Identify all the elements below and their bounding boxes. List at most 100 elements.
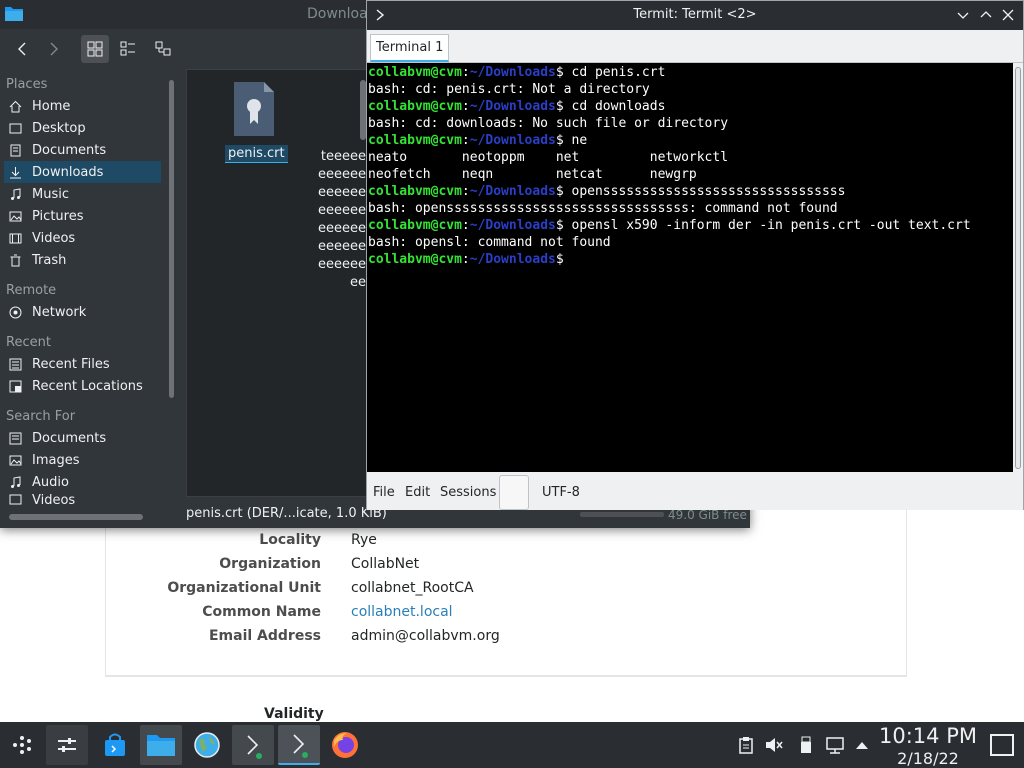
- menu-sessions[interactable]: Sessions: [440, 485, 496, 500]
- file-label: eeeeee: [318, 239, 366, 254]
- terminal-output-line: bash: cd: penis.crt: Not a directory: [368, 82, 650, 97]
- application-launcher[interactable]: [2, 725, 44, 765]
- free-space-text: 49.0 GiB free: [668, 508, 747, 522]
- menu-file[interactable]: File: [373, 485, 395, 500]
- cert-row-locality: Locality Rye: [0, 532, 1024, 556]
- pager-button[interactable]: [46, 725, 88, 765]
- terminal-icon: [247, 735, 262, 759]
- document-icon: [9, 432, 22, 445]
- places-item-recent-files[interactable]: Recent Files: [4, 353, 161, 375]
- cert-row-organization: Organization CollabNet: [0, 556, 1024, 580]
- terminal-prompt-line: collabvm@cvm:~/Downloads$ ne: [368, 133, 588, 148]
- music-icon: [9, 475, 22, 489]
- places-horizontal-scrollbar[interactable]: [9, 514, 143, 520]
- maximize-button[interactable]: [978, 7, 994, 23]
- tab-bar: Terminal 1: [367, 30, 1023, 63]
- terminal-icon: [293, 734, 308, 758]
- cert-value: Rye: [351, 532, 377, 548]
- places-item-label: Audio: [32, 474, 69, 490]
- file-label: eeeeee: [318, 185, 366, 200]
- details-view-button[interactable]: [149, 35, 177, 63]
- compact-view-button[interactable]: [114, 35, 142, 63]
- file-label: eeeeee: [318, 203, 366, 218]
- places-item-label: Images: [32, 452, 80, 468]
- terminal-titlebar[interactable]: Termit: Termit <2>: [367, 1, 1023, 30]
- close-button[interactable]: [1000, 7, 1016, 23]
- certificate-file-icon[interactable]: [232, 80, 276, 138]
- places-item-network[interactable]: Network: [4, 301, 161, 323]
- terminal-output-line: neato neotoppm net networkctl: [368, 150, 729, 165]
- blank-button[interactable]: [499, 475, 529, 510]
- folder-icon: [5, 7, 23, 21]
- places-item-search-images[interactable]: Images: [4, 449, 161, 471]
- taskbar-file-manager[interactable]: [140, 725, 182, 765]
- places-item-desktop[interactable]: Desktop: [4, 117, 161, 139]
- video-icon: [9, 493, 22, 505]
- divider: [105, 676, 907, 677]
- chevron-down-icon: [957, 12, 969, 19]
- taskbar-terminal-2[interactable]: [278, 725, 320, 765]
- terminal-prompt-line: collabvm@cvm:~/Downloads$: [368, 252, 564, 267]
- forward-button[interactable]: [40, 35, 68, 63]
- terminal-output[interactable]: collabvm@cvm:~/Downloads$ cd penis.crt ba…: [367, 63, 1013, 472]
- discover-store-button[interactable]: [94, 725, 136, 765]
- terminal-scrollbar[interactable]: [1015, 67, 1021, 469]
- file-label: eeeeee: [318, 221, 366, 236]
- tab-terminal-1[interactable]: Terminal 1: [370, 34, 450, 62]
- clipboard-icon[interactable]: [736, 735, 756, 755]
- cert-label: Organizational Unit: [167, 580, 321, 596]
- firefox-button[interactable]: [324, 725, 366, 765]
- minimize-button[interactable]: [955, 7, 971, 23]
- cert-label: Common Name: [202, 604, 321, 620]
- chevron-up-icon: [980, 11, 992, 18]
- icons-view-button[interactable]: [81, 35, 109, 63]
- file-label: eeeeee: [318, 167, 366, 182]
- cert-label: Locality: [259, 532, 321, 548]
- cert-row-email: Email Address admin@collabvm.org: [0, 628, 1024, 652]
- places-item-label: Documents: [32, 430, 107, 446]
- volume-muted-icon[interactable]: [764, 735, 784, 755]
- places-item-search-documents[interactable]: Documents: [4, 427, 161, 449]
- terminal-prompt-line: collabvm@cvm:~/Downloads$ cd penis.crt: [368, 65, 666, 80]
- places-item-search-videos[interactable]: Videos: [4, 493, 161, 505]
- terminal-output-line: neofetch neqn netcat newgrp: [368, 167, 697, 182]
- places-panel: Places Home Desktop Documents Downloads …: [0, 69, 176, 528]
- places-item-label: Home: [32, 98, 71, 114]
- encoding-selector[interactable]: UTF-8: [542, 485, 580, 500]
- recent-files-icon: [9, 358, 22, 371]
- home-icon: [9, 100, 22, 113]
- terminal-output-line: bash: cd: downloads: No such file or dir…: [368, 116, 729, 131]
- menu-edit[interactable]: Edit: [405, 485, 430, 500]
- terminal-output-line: bash: opensl: command not found: [368, 235, 611, 250]
- back-button[interactable]: [8, 35, 36, 63]
- cert-value: admin@collabvm.org: [351, 628, 500, 644]
- grid-view-icon: [87, 41, 103, 57]
- terminal-prompt-line: collabvm@cvm:~/Downloads$ opensl x590 -i…: [368, 218, 971, 233]
- image-icon: [9, 454, 22, 467]
- usb-device-icon[interactable]: [796, 735, 816, 755]
- terminal-prompt-line: collabvm@cvm:~/Downloads$ cd downloads: [368, 99, 666, 114]
- chevron-right-icon: [50, 42, 58, 56]
- settings-sliders-icon: [58, 738, 76, 752]
- clock-time[interactable]: 10:14 PM: [868, 724, 988, 748]
- common-name-link[interactable]: collabnet.local: [351, 604, 453, 620]
- status-bar-text: penis.crt (DER/...icate, 1.0 KiB): [186, 506, 387, 521]
- network-icon: [9, 306, 22, 319]
- places-item-label: Videos: [32, 493, 76, 505]
- places-item-label: Recent Files: [32, 356, 110, 372]
- chevron-left-icon: [18, 42, 26, 56]
- clock-date[interactable]: 2/18/22: [868, 749, 988, 768]
- cert-label: Email Address: [208, 628, 321, 644]
- cert-label: Organization: [219, 556, 321, 572]
- network-wired-icon[interactable]: [825, 735, 845, 755]
- cert-value: CollabNet: [351, 556, 420, 572]
- cert-row-common-name: Common Name collabnet.local: [0, 604, 1024, 628]
- browser-globe-button[interactable]: [186, 725, 228, 765]
- places-item-home[interactable]: Home: [4, 95, 161, 117]
- places-item-label: Desktop: [32, 120, 86, 136]
- taskbar-terminal-1[interactable]: [232, 725, 274, 765]
- places-item-search-audio[interactable]: Audio: [4, 471, 161, 493]
- folder-icon: [147, 735, 175, 756]
- show-desktop-button[interactable]: [990, 734, 1014, 756]
- places-item-recent-locations[interactable]: Recent Locations: [4, 375, 161, 397]
